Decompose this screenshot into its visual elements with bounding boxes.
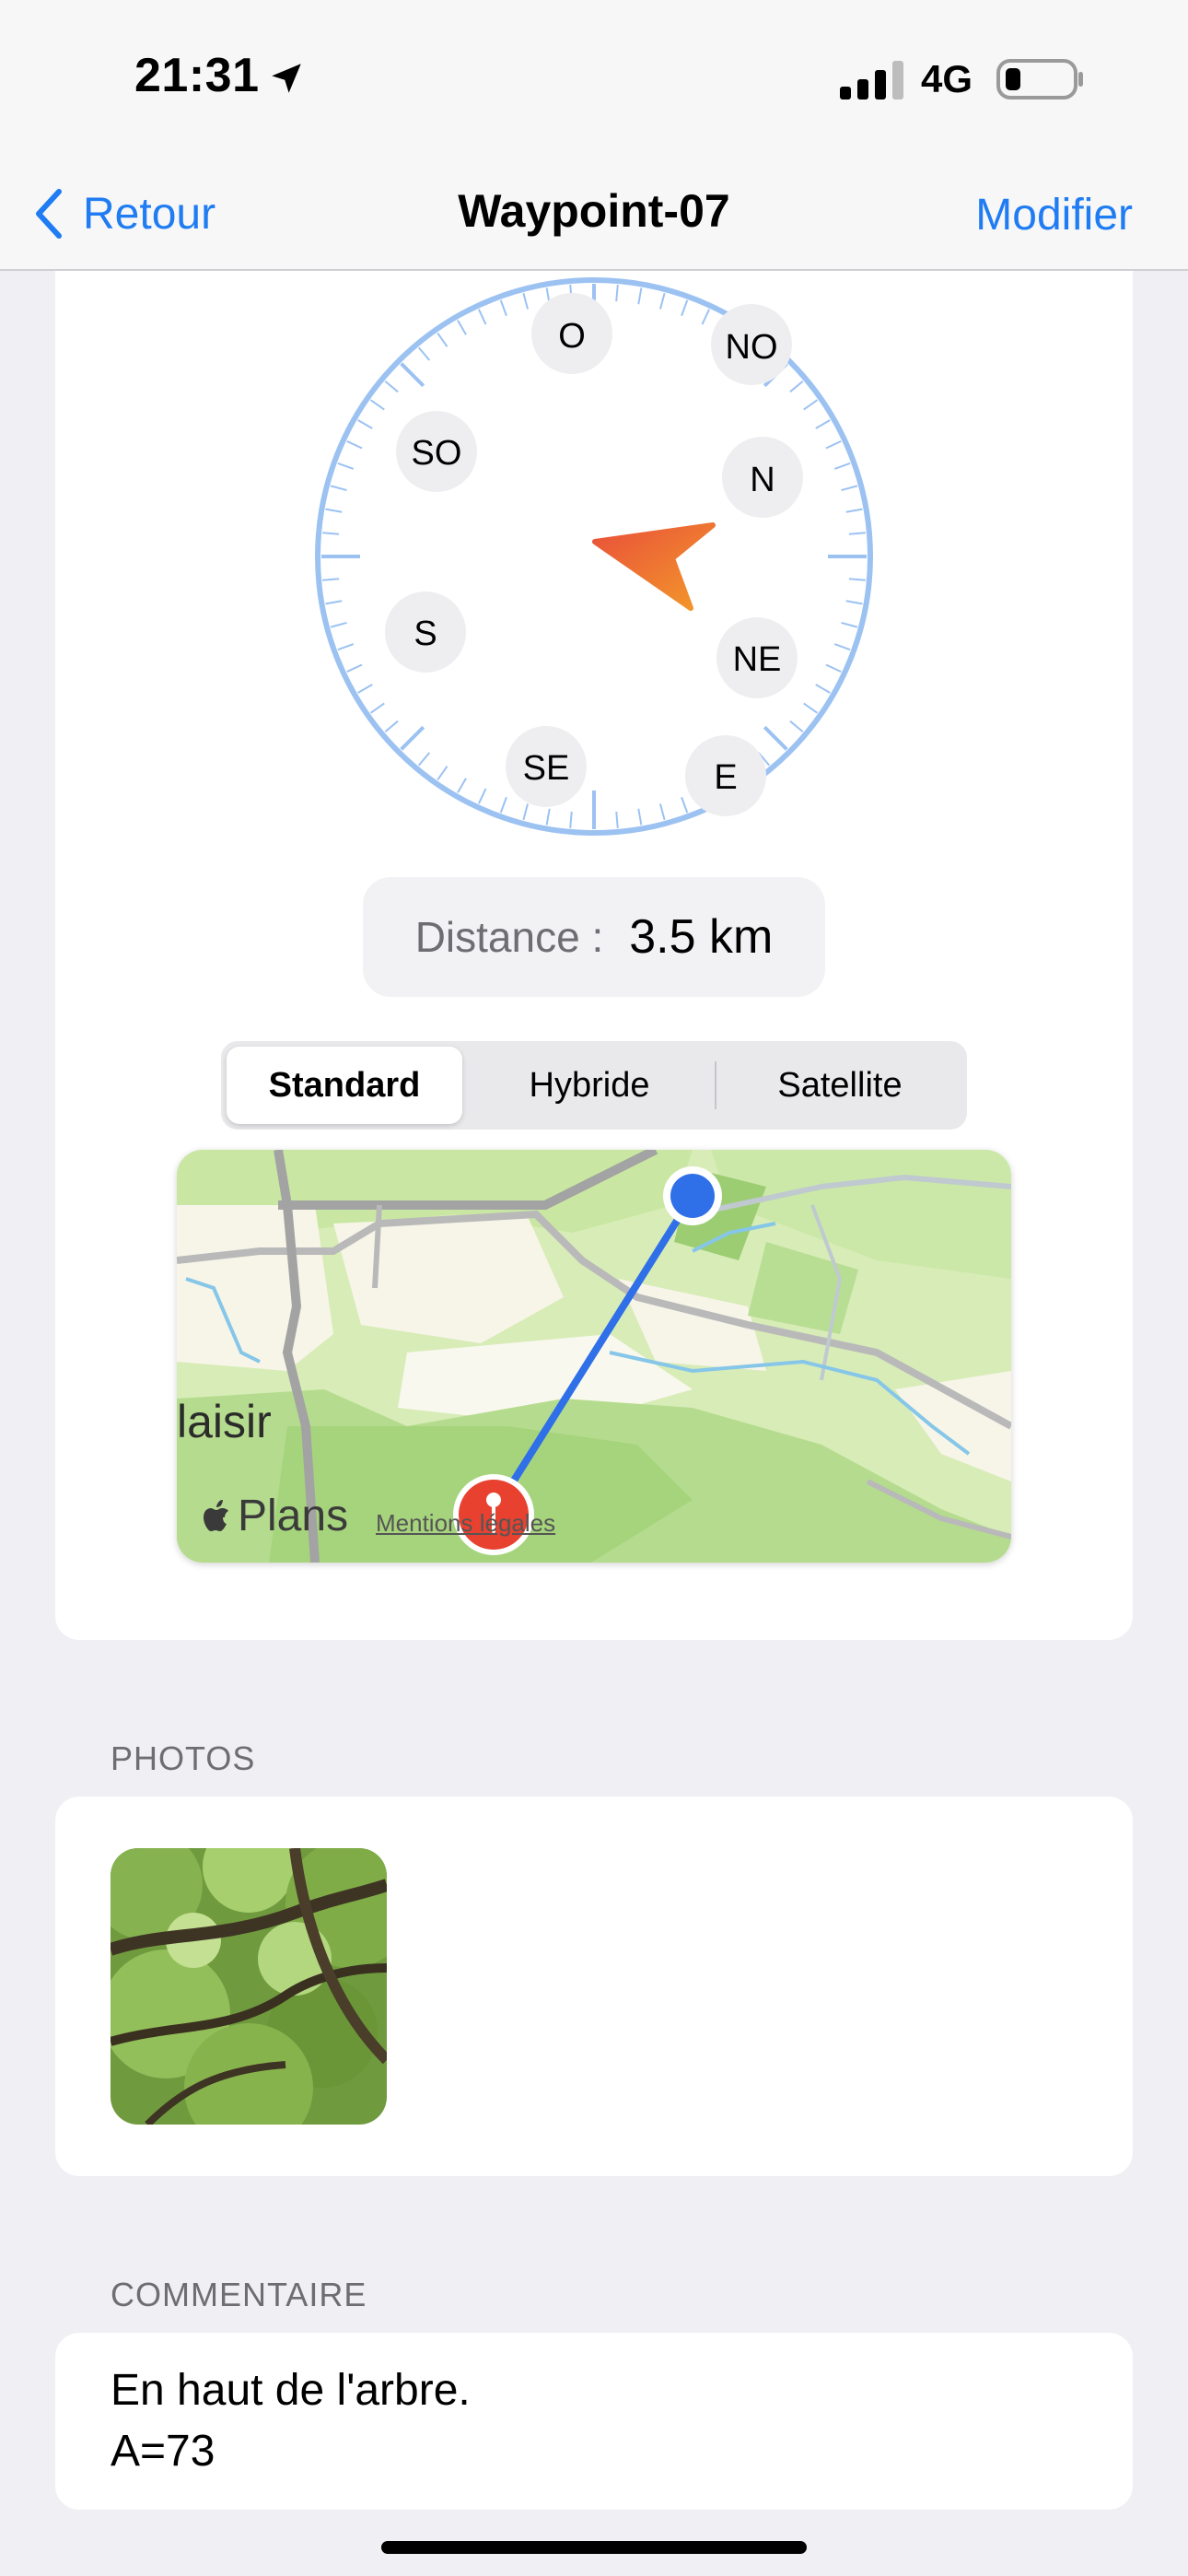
- svg-text:S: S: [413, 615, 437, 653]
- svg-text:E: E: [714, 758, 737, 797]
- svg-text:O: O: [558, 317, 586, 356]
- compass-label-no: NO: [711, 304, 792, 385]
- home-indicator[interactable]: [381, 2541, 807, 2554]
- compass-label-s: S: [385, 591, 466, 673]
- compass-label-se: SE: [506, 726, 587, 807]
- navigation-bar: Retour Waypoint-07 Modifier: [0, 157, 1188, 271]
- legal-link[interactable]: Mentions légales: [376, 1509, 555, 1538]
- comment-section-title: COMMENTAIRE: [111, 2276, 367, 2313]
- svg-text:N: N: [750, 461, 775, 499]
- current-location-marker: [663, 1166, 722, 1225]
- compass: O NO N NE E SE S SO: [315, 277, 873, 836]
- waypoint-card: O NO N NE E SE S SO Distance: 3.5 km St…: [55, 271, 1133, 1640]
- edit-button[interactable]: Modifier: [975, 190, 1133, 240]
- compass-label-o: O: [531, 293, 612, 374]
- segment-divider: [715, 1061, 716, 1109]
- comment-card[interactable]: En haut de l'arbre. A=73: [55, 2333, 1133, 2510]
- waypoint-detail-screen: 21:31 4G Retour Waypoint-07 Modifier O N…: [0, 0, 1188, 2576]
- back-button[interactable]: Retour: [33, 181, 215, 247]
- apple-logo-icon: [204, 1499, 228, 1531]
- map-view[interactable]: laisir Plans Mentions légales: [177, 1150, 1011, 1563]
- photo-thumbnail[interactable]: [111, 1848, 387, 2125]
- compass-label-e: E: [685, 735, 766, 816]
- network-type: 4G: [921, 57, 973, 100]
- maps-brand-label: Plans: [238, 1492, 349, 1540]
- page-title: Waypoint-07: [458, 185, 730, 237]
- back-label: Retour: [83, 189, 216, 239]
- svg-text:NE: NE: [733, 640, 782, 679]
- cellular-signal-icon: [840, 61, 903, 100]
- photos-section-title: PHOTOS: [111, 1739, 256, 1777]
- status-time: 21:31: [134, 49, 260, 102]
- status-bar: 21:31 4G: [0, 0, 1188, 157]
- svg-text:NO: NO: [726, 328, 778, 367]
- tree-photo: [111, 1848, 387, 2125]
- distance-value: 3.5 km: [629, 910, 774, 964]
- distance-label: Distance :: [414, 913, 604, 961]
- compass-label-so: SO: [396, 411, 477, 492]
- map-type-segmented-control: Standard Hybride Satellite: [221, 1041, 967, 1130]
- map-type-standard[interactable]: Standard: [227, 1047, 462, 1124]
- compass-label-n: N: [722, 437, 803, 518]
- compass-label-ne: NE: [716, 617, 798, 698]
- maps-attribution: Plans: [203, 1491, 348, 1541]
- location-arrow-icon: [272, 64, 301, 93]
- battery-low-icon: [996, 59, 1083, 100]
- svg-text:SO: SO: [412, 434, 462, 473]
- distance-display: Distance : 3.5 km: [363, 877, 825, 997]
- svg-text:SE: SE: [523, 749, 570, 788]
- photos-card: [55, 1797, 1133, 2176]
- comment-text: En haut de l'arbre. A=73: [111, 2366, 471, 2476]
- map-type-hybride[interactable]: Hybride: [468, 1047, 711, 1124]
- map-type-satellite[interactable]: Satellite: [718, 1047, 961, 1124]
- chevron-left-icon: [36, 189, 62, 239]
- map-place-label: laisir: [177, 1396, 272, 1447]
